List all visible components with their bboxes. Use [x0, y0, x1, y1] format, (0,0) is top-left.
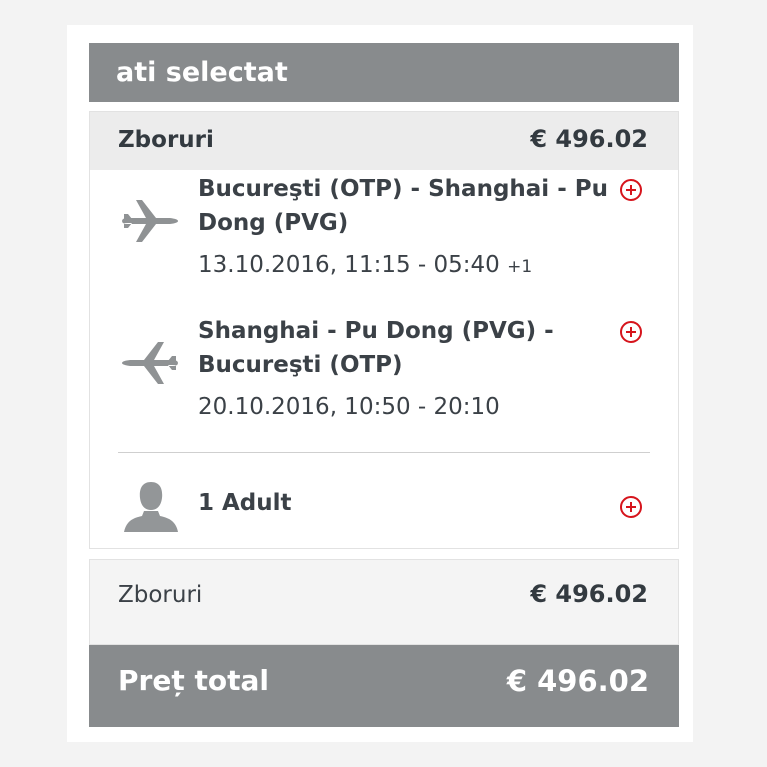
- person-icon: [124, 482, 178, 532]
- plane-icon: [122, 200, 178, 242]
- flight-leg-times: 20.10.2016, 10:50 - 20:10: [198, 394, 500, 420]
- flight-leg-route: Bucureşti (OTP) - Shanghai - Pu Dong (PV…: [198, 176, 608, 236]
- subtotal-amount: € 496.02: [530, 580, 648, 608]
- flight-leg-times: 13.10.2016, 11:15 - 05:40 +1: [198, 252, 532, 278]
- passenger-count: 1 Adult: [198, 490, 292, 516]
- total-row: Preț total € 496.02: [89, 645, 679, 727]
- plane-icon: [122, 342, 178, 384]
- flight-leg-datetime: 20.10.2016, 10:50 - 20:10: [198, 394, 500, 420]
- expand-return-button[interactable]: [620, 321, 642, 343]
- flight-leg-route: Shanghai - Pu Dong (PVG) - Bucureşti (OT…: [198, 318, 554, 378]
- day-offset-badge: +1: [507, 257, 533, 277]
- flights-amount: € 496.02: [530, 125, 648, 153]
- flights-card-header: Zboruri € 496.02: [90, 112, 678, 170]
- expand-passengers-button[interactable]: [620, 496, 642, 518]
- subtotal-row: Zboruri € 496.02: [89, 559, 679, 645]
- total-amount: € 496.02: [506, 664, 649, 698]
- subtotal-label: Zboruri: [118, 582, 203, 608]
- flights-label: Zboruri: [118, 127, 214, 153]
- expand-outbound-button[interactable]: [620, 179, 642, 201]
- divider: [118, 452, 650, 453]
- flight-leg-datetime: 13.10.2016, 11:15 - 05:40: [198, 252, 500, 278]
- total-label: Preț total: [118, 664, 269, 697]
- panel-header: ati selectat: [89, 43, 679, 102]
- panel-title: ati selectat: [116, 57, 288, 88]
- booking-summary-panel: ati selectat Zboruri € 496.02 Bucureşti …: [67, 25, 693, 742]
- flights-card: Zboruri € 496.02 Bucureşti (OTP) - Shang…: [89, 111, 679, 549]
